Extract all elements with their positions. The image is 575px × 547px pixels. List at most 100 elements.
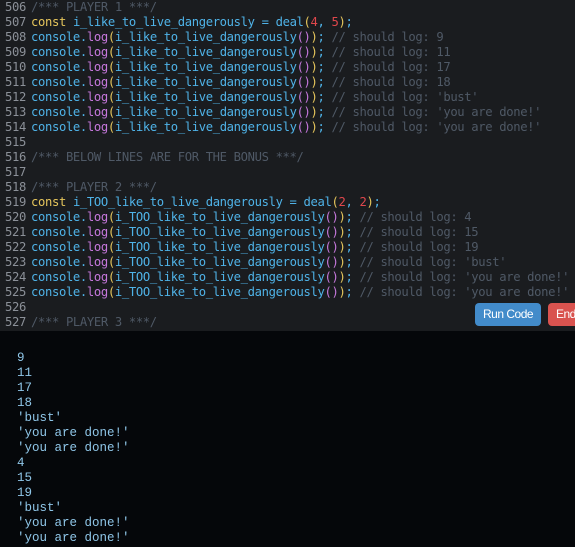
paren: ( bbox=[107, 225, 115, 239]
line-number: 519 bbox=[5, 195, 26, 209]
console-object: console. bbox=[31, 270, 87, 284]
call-parens: () bbox=[296, 60, 311, 74]
output-line: 'you are done!' bbox=[17, 426, 130, 440]
paren: ( bbox=[107, 210, 115, 224]
line-number: 514 bbox=[5, 120, 26, 134]
code-line[interactable]: 508 console.log(i_like_to_live_dangerousl… bbox=[0, 30, 444, 45]
log-method: log bbox=[86, 75, 108, 89]
paren: ) bbox=[338, 285, 346, 299]
output-line: 'you are done!' bbox=[17, 441, 130, 455]
code-line[interactable]: 522 console.log(i_TOO_like_to_live_danger… bbox=[0, 240, 479, 255]
code-line[interactable]: 521 console.log(i_TOO_like_to_live_danger… bbox=[0, 225, 479, 240]
semicolon: ; bbox=[317, 60, 332, 74]
console-object: console. bbox=[31, 285, 87, 299]
line-number: 523 bbox=[5, 255, 26, 269]
output-line: 17 bbox=[17, 381, 33, 395]
line-number: 506 bbox=[5, 0, 26, 14]
end-button[interactable]: End bbox=[548, 303, 575, 326]
code-comment: /*** PLAYER 1 ***/ bbox=[31, 0, 157, 14]
code-line[interactable]: 518 /*** PLAYER 2 ***/ bbox=[0, 180, 157, 195]
call-parens: () bbox=[324, 270, 339, 284]
paren: ) bbox=[310, 45, 318, 59]
line-number: 517 bbox=[5, 165, 26, 179]
function-call: deal bbox=[303, 195, 332, 209]
output-line: 11 bbox=[17, 366, 33, 380]
identifier: i_TOO_like_to_live_dangerously bbox=[114, 270, 325, 284]
code-line[interactable]: 527 /*** PLAYER 3 ***/ bbox=[0, 315, 157, 330]
line-number: 524 bbox=[5, 270, 26, 284]
call-parens: () bbox=[324, 285, 339, 299]
log-method: log bbox=[86, 270, 108, 284]
run-code-button[interactable]: Run Code bbox=[475, 303, 542, 326]
semicolon: ; bbox=[317, 45, 332, 59]
code-comment: /*** PLAYER 3 ***/ bbox=[31, 315, 157, 329]
semicolon: ; bbox=[317, 105, 332, 119]
output-line: 4 bbox=[17, 456, 25, 470]
code-line[interactable]: 512 console.log(i_like_to_live_dangerousl… bbox=[0, 90, 479, 105]
identifier: i_like_to_live_dangerously bbox=[114, 75, 297, 89]
identifier: i_like_to_live_dangerously bbox=[114, 45, 297, 59]
line-number: 526 bbox=[5, 300, 26, 314]
line-number: 518 bbox=[5, 180, 26, 194]
semicolon: ; bbox=[345, 210, 360, 224]
identifier: i_like_to_live_dangerously bbox=[114, 105, 297, 119]
call-parens: () bbox=[296, 75, 311, 89]
paren: ) bbox=[310, 30, 318, 44]
paren: ( bbox=[107, 30, 115, 44]
paren: ) bbox=[310, 120, 318, 134]
code-line[interactable]: 507 const i_like_to_live_dangerously = de… bbox=[0, 15, 353, 30]
log-method: log bbox=[86, 90, 108, 104]
line-number: 516 bbox=[5, 150, 26, 164]
identifier: i_like_to_live_dangerously bbox=[114, 90, 297, 104]
paren: ( bbox=[107, 120, 115, 134]
line-number: 507 bbox=[5, 15, 26, 29]
code-editor[interactable]: 506 /*** PLAYER 1 ***/ 507 const i_like_to_… bbox=[0, 0, 575, 331]
semicolon: ; bbox=[317, 120, 332, 134]
paren: ) bbox=[310, 90, 318, 104]
code-comment: // should log: 'you are done!' bbox=[359, 270, 570, 284]
paren: ( bbox=[107, 255, 115, 269]
console-output: 9 11 17 18'bust''you are done!''you are don… bbox=[0, 331, 575, 547]
function-call: deal bbox=[275, 15, 304, 29]
console-object: console. bbox=[31, 90, 87, 104]
code-comment: // should log: 19 bbox=[359, 240, 479, 254]
code-line[interactable]: 509 console.log(i_like_to_live_dangerousl… bbox=[0, 45, 451, 60]
code-line[interactable]: 511 console.log(i_like_to_live_dangerousl… bbox=[0, 75, 451, 90]
semicolon: ; bbox=[345, 255, 360, 269]
code-comment: /*** BELOW LINES ARE FOR THE BONUS ***/ bbox=[31, 150, 304, 164]
code-line[interactable]: 513 console.log(i_like_to_live_dangerousl… bbox=[0, 105, 541, 120]
code-line[interactable]: 520 console.log(i_TOO_like_to_live_danger… bbox=[0, 210, 472, 225]
code-comment: // should log: 'bust' bbox=[331, 90, 479, 104]
code-line[interactable]: 519 const i_TOO_like_to_live_dangerously … bbox=[0, 195, 381, 210]
code-line[interactable]: 514 console.log(i_like_to_live_dangerousl… bbox=[0, 120, 541, 135]
identifier: i_TOO_like_to_live_dangerously bbox=[114, 225, 325, 239]
call-parens: () bbox=[296, 45, 311, 59]
line-number: 520 bbox=[5, 210, 26, 224]
console-object: console. bbox=[31, 75, 87, 89]
code-line[interactable]: 515 bbox=[0, 135, 31, 150]
code-line[interactable]: 517 bbox=[0, 165, 31, 180]
identifier: i_like_to_live_dangerously bbox=[114, 60, 297, 74]
code-comment: // should log: 17 bbox=[331, 60, 451, 74]
identifier: i_like_to_live_dangerously = bbox=[65, 15, 276, 29]
identifier: i_TOO_like_to_live_dangerously = bbox=[65, 195, 304, 209]
identifier: i_like_to_live_dangerously bbox=[114, 120, 297, 134]
paren: ( bbox=[303, 15, 311, 29]
code-line[interactable]: 510 console.log(i_like_to_live_dangerousl… bbox=[0, 60, 451, 75]
code-line[interactable]: 524 console.log(i_TOO_like_to_live_danger… bbox=[0, 270, 569, 285]
code-line[interactable]: 525 console.log(i_TOO_like_to_live_danger… bbox=[0, 285, 569, 300]
call-parens: () bbox=[296, 105, 311, 119]
log-method: log bbox=[86, 60, 108, 74]
code-line[interactable]: 506 /*** PLAYER 1 ***/ bbox=[0, 0, 157, 15]
line-number: 509 bbox=[5, 45, 26, 59]
console-object: console. bbox=[31, 30, 87, 44]
code-line[interactable]: 523 console.log(i_TOO_like_to_live_danger… bbox=[0, 255, 507, 270]
code-line[interactable]: 516 /*** BELOW LINES ARE FOR THE BONUS **… bbox=[0, 150, 304, 165]
code-line[interactable]: 526 bbox=[0, 300, 31, 315]
semicolon: ; bbox=[345, 15, 353, 29]
log-method: log bbox=[86, 285, 108, 299]
line-number: 511 bbox=[5, 75, 26, 89]
code-comment: // should log: 'you are done!' bbox=[331, 120, 542, 134]
paren: ) bbox=[338, 225, 346, 239]
semicolon: ; bbox=[345, 225, 360, 239]
